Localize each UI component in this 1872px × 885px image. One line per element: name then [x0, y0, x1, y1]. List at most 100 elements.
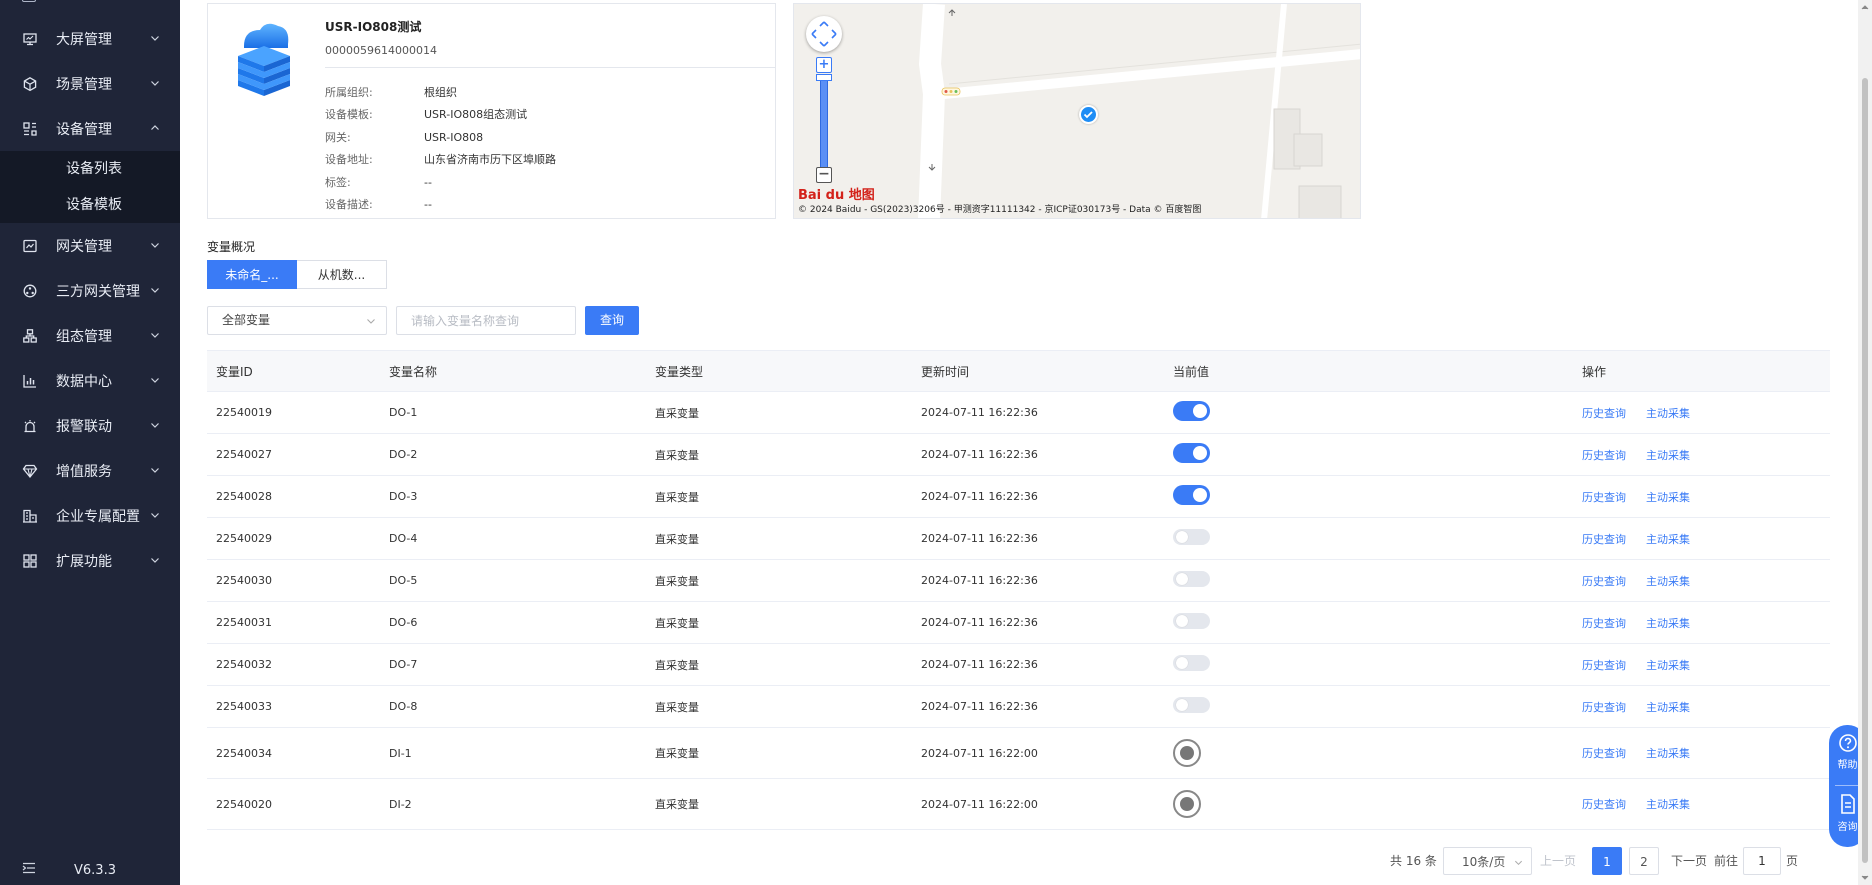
sidebar-item-device[interactable]: 设备管理: [0, 106, 180, 151]
building-icon: [22, 508, 38, 524]
value-toggle[interactable]: [1173, 697, 1210, 713]
value-toggle[interactable]: [1173, 443, 1210, 463]
chevron-down-icon: [151, 513, 159, 518]
prev-page-button[interactable]: 上一页: [1540, 847, 1576, 875]
sidebar-item-data-center[interactable]: 数据中心: [0, 358, 180, 403]
attr-template: 设备模板: USR-IO808组态测试: [325, 106, 527, 122]
location-map[interactable]: + − Bai du 地图 © 2024 Baidu - GS(2023)320…: [793, 3, 1361, 219]
goto-page-input[interactable]: [1743, 847, 1781, 875]
table-row: 22540032 DO-7 直采变量 2024-07-11 16:22:36 历史查询 主…: [207, 644, 1830, 686]
cell-update-time: 2024-07-11 16:22:36: [921, 658, 1038, 671]
bar-chart-icon: [22, 373, 38, 389]
active-collect-link[interactable]: 主动采集: [1646, 798, 1690, 811]
table-body: 22540019 DO-1 直采变量 2024-07-11 16:22:36 历史查询主…: [207, 392, 1830, 830]
table-row: 22540019 DO-1 直采变量 2024-07-11 16:22:36 历史查询 主…: [207, 392, 1830, 434]
cell-variable-type: 直采变量: [655, 406, 699, 420]
active-collect-link[interactable]: 主动采集: [1646, 701, 1690, 714]
active-collect-link[interactable]: 主动采集: [1646, 491, 1690, 504]
table-row: 22540027 DO-2 直采变量 2024-07-11 16:22:36 历史查询 主…: [207, 434, 1830, 476]
page-size-select[interactable]: 10条/页: [1443, 847, 1532, 875]
variable-filter-select[interactable]: 全部变量: [207, 306, 387, 335]
history-query-link[interactable]: 历史查询: [1582, 533, 1626, 546]
cell-actions: 历史查询 主动采集: [1582, 615, 1830, 631]
tab-slave[interactable]: 从机数...: [297, 260, 387, 289]
sidebar-item-scene[interactable]: 场景管理: [0, 61, 180, 106]
active-collect-link[interactable]: 主动采集: [1646, 533, 1690, 546]
query-button[interactable]: 查询: [585, 306, 639, 335]
active-collect-link[interactable]: 主动采集: [1646, 617, 1690, 630]
history-query-link[interactable]: 历史查询: [1582, 617, 1626, 630]
attr-key: 设备描述:: [325, 198, 373, 211]
sidebar-item-value-added[interactable]: 增值服务: [0, 448, 180, 493]
device-icon: [22, 121, 38, 137]
cell-variable-id: 22540031: [216, 616, 272, 629]
divider: [1835, 785, 1860, 786]
active-collect-link[interactable]: 主动采集: [1646, 747, 1690, 760]
value-toggle[interactable]: [1173, 655, 1210, 671]
history-query-link[interactable]: 历史查询: [1582, 747, 1626, 760]
map-nav-control[interactable]: [806, 16, 842, 52]
map-zoom-in-button[interactable]: +: [816, 57, 832, 73]
map-zoom-out-button[interactable]: −: [816, 167, 832, 183]
value-toggle[interactable]: [1173, 571, 1210, 587]
cell-update-time: 2024-07-11 16:22:36: [921, 406, 1038, 419]
history-query-link[interactable]: 历史查询: [1582, 407, 1626, 420]
sidebar-item-extensions[interactable]: 扩展功能: [0, 538, 180, 583]
collapse-menu-icon[interactable]: [22, 862, 36, 878]
sidebar-subitem-device-list[interactable]: 设备列表: [0, 151, 180, 187]
topology-icon: [22, 328, 38, 344]
page-button-2[interactable]: 2: [1629, 847, 1659, 875]
sidebar-item-enterprise-config[interactable]: 企业专属配置: [0, 493, 180, 538]
table-row: 22540028 DO-3 直采变量 2024-07-11 16:22:36 历史查询 主…: [207, 476, 1830, 518]
attr-key: 设备地址:: [325, 153, 373, 166]
map-zoom-slider[interactable]: [820, 74, 828, 170]
sidebar: 大屏管理 场景管理 设备管理 设备列表 设备模板 网关管理 三方网关管理 组态管…: [0, 0, 180, 885]
section-title: 变量概况: [207, 240, 256, 254]
cell-variable-id: 22540033: [216, 700, 272, 713]
cell-variable-name: DO-5: [389, 574, 418, 587]
history-query-link[interactable]: 历史查询: [1582, 701, 1626, 714]
active-collect-link[interactable]: 主动采集: [1646, 449, 1690, 462]
value-toggle[interactable]: [1173, 613, 1210, 629]
value-toggle[interactable]: [1173, 485, 1210, 505]
sidebar-item-gateway[interactable]: 网关管理: [0, 223, 180, 268]
variable-search-input[interactable]: [396, 306, 576, 335]
value-toggle[interactable]: [1173, 529, 1210, 545]
active-collect-link[interactable]: 主动采集: [1646, 407, 1690, 420]
attr-key: 设备模板:: [325, 108, 373, 121]
history-query-link[interactable]: 历史查询: [1582, 659, 1626, 672]
next-page-button[interactable]: 下一页: [1671, 847, 1707, 875]
attr-gateway: 网关: USR-IO808: [325, 129, 483, 145]
sidebar-item-third-party-gateway[interactable]: 三方网关管理: [0, 268, 180, 313]
device-info-card: USR-IO808测试 0000059614000014 所属组织: 根组织 设备…: [207, 3, 776, 219]
sidebar-item-screen[interactable]: 大屏管理: [0, 16, 180, 61]
map-zoom-handle[interactable]: [816, 74, 832, 81]
attr-value: 山东省济南市历下区埠顺路: [424, 153, 556, 166]
scroll-thumb[interactable]: [1862, 78, 1868, 863]
sidebar-subitem-device-template[interactable]: 设备模板: [0, 187, 180, 223]
page-button-1[interactable]: 1: [1592, 847, 1622, 875]
history-query-link[interactable]: 历史查询: [1582, 449, 1626, 462]
history-query-link[interactable]: 历史查询: [1582, 798, 1626, 811]
cell-variable-name: DO-7: [389, 658, 418, 671]
chevron-down-icon: [1514, 860, 1523, 866]
page-scrollbar[interactable]: [1858, 0, 1872, 885]
value-toggle[interactable]: [1173, 401, 1210, 421]
alarm-icon: [22, 418, 38, 434]
history-query-link[interactable]: 历史查询: [1582, 491, 1626, 504]
cell-current-value: [1173, 790, 1582, 818]
chevron-down-icon: [151, 468, 159, 473]
map-marker-icon[interactable]: [1079, 105, 1098, 124]
history-query-link[interactable]: 历史查询: [1582, 575, 1626, 588]
scroll-down-arrow-icon[interactable]: [1858, 873, 1872, 883]
scroll-up-arrow-icon[interactable]: [1858, 2, 1872, 12]
active-collect-link[interactable]: 主动采集: [1646, 575, 1690, 588]
sidebar-item-alarm[interactable]: 报警联动: [0, 403, 180, 448]
cell-actions: 历史查询 主动采集: [1582, 796, 1830, 812]
cell-variable-name: DO-2: [389, 448, 418, 461]
tab-unnamed[interactable]: 未命名_...: [207, 260, 297, 289]
page-unit-label: 页: [1786, 854, 1799, 868]
sidebar-item-topology[interactable]: 组态管理: [0, 313, 180, 358]
device-name: USR-IO808测试: [325, 20, 422, 34]
active-collect-link[interactable]: 主动采集: [1646, 659, 1690, 672]
